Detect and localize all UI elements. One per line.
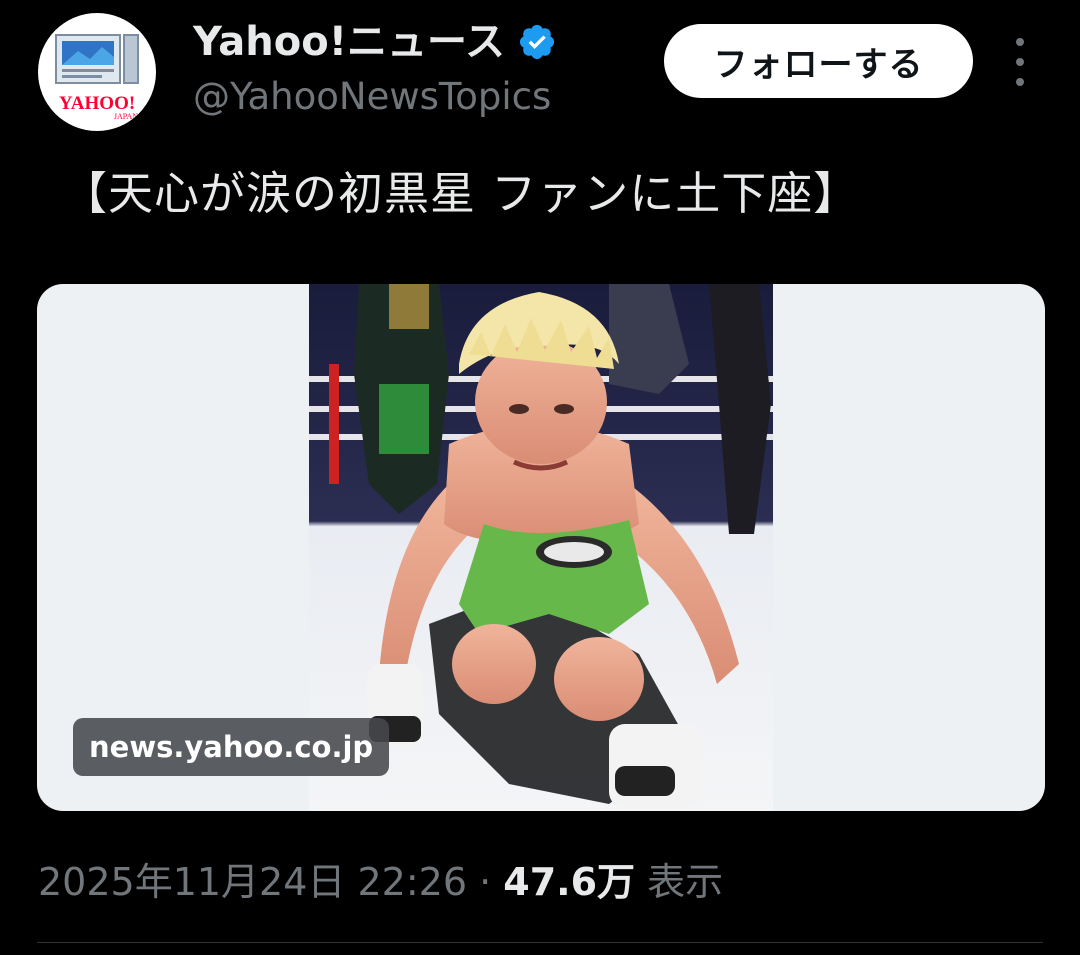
tweet-text: 【天心が涙の初黒星 ファンに土下座】 xyxy=(62,167,860,220)
avatar-logo-text: YAHOO! xyxy=(59,93,135,114)
divider xyxy=(37,942,1043,943)
account-handle[interactable]: @YahooNewsTopics xyxy=(193,74,551,120)
views-label: 表示 xyxy=(647,860,724,904)
tweet-timestamp[interactable]: 2025年11月24日 22:26 xyxy=(38,860,467,904)
account-avatar[interactable]: YAHOO! JAPAN xyxy=(38,13,156,131)
avatar-logo-sub: JAPAN xyxy=(114,112,138,121)
more-options-icon[interactable] xyxy=(1004,38,1036,86)
tweet-meta: 2025年11月24日 22:26 · 47.6万 表示 xyxy=(38,852,723,912)
link-domain-badge[interactable]: news.yahoo.co.jp xyxy=(73,718,390,776)
account-display-name[interactable]: Yahoo!ニュース xyxy=(193,18,557,66)
link-card-media[interactable]: news.yahoo.co.jp xyxy=(37,284,1045,811)
meta-separator: · xyxy=(479,860,492,904)
verified-badge-icon xyxy=(519,24,555,60)
display-name-text: Yahoo!ニュース xyxy=(193,19,505,65)
views-count: 47.6万 xyxy=(503,860,636,904)
yahoo-news-logo: YAHOO! JAPAN xyxy=(55,34,139,121)
follow-button[interactable]: フォローする xyxy=(664,24,973,98)
